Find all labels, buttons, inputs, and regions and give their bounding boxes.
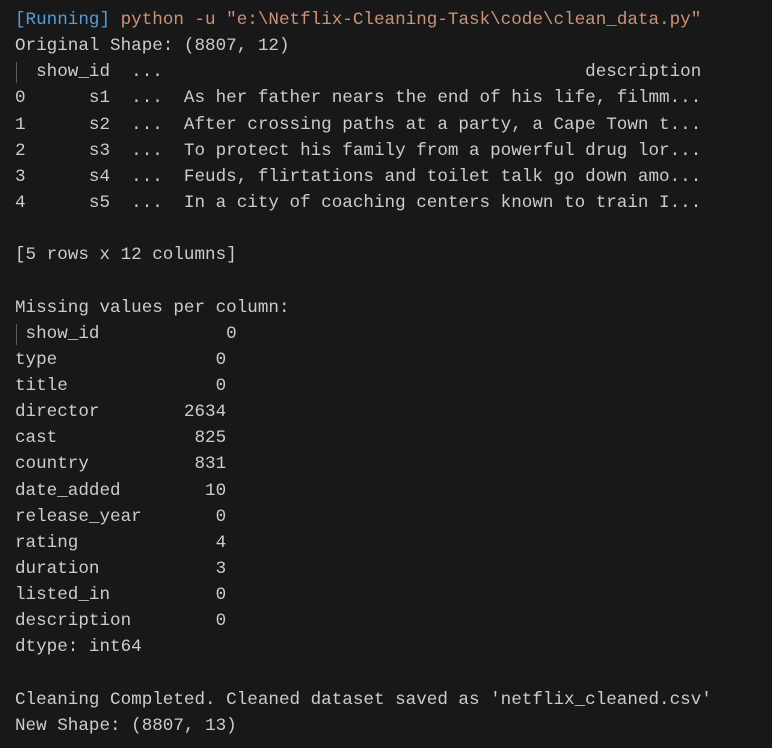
preview-row: 4 s5 ... In a city of coaching centers k…: [15, 192, 702, 213]
missing-row: country 831: [15, 454, 227, 475]
missing-row: type 0: [15, 349, 227, 370]
preview-header: show_id ... description: [15, 62, 702, 84]
running-tag: [Running]: [15, 10, 111, 30]
preview-row: 3 s4 ... Feuds, flirtations and toilet t…: [15, 166, 702, 187]
missing-row: listed_in 0: [15, 585, 227, 606]
preview-summary: [5 rows x 12 columns]: [15, 245, 237, 266]
indent-guide: [16, 62, 17, 84]
indent-guide: [16, 323, 17, 345]
missing-row: description 0: [15, 611, 227, 632]
dtype-line: dtype: int64: [15, 637, 142, 658]
preview-row: 0 s1 ... As her father nears the end of …: [15, 88, 702, 109]
new-shape: New Shape: (8807, 13): [15, 715, 237, 736]
preview-row: 2 s3 ... To protect his family from a po…: [15, 140, 702, 161]
missing-row: duration 3: [15, 558, 227, 579]
output-panel: [Running] python -u "e:\Netflix-Cleaning…: [0, 0, 772, 739]
missing-row: date_added 10: [15, 480, 227, 501]
missing-row: title 0: [15, 375, 227, 396]
completed-message: Cleaning Completed. Cleaned dataset save…: [15, 689, 712, 710]
missing-row: rating 4: [15, 532, 227, 553]
missing-header: Missing values per column:: [15, 297, 290, 318]
original-shape: Original Shape: (8807, 12): [15, 36, 290, 57]
command-text: python -u "e:\Netflix-Cleaning-Task\code…: [120, 10, 702, 30]
preview-row: 1 s2 ... After crossing paths at a party…: [15, 114, 702, 135]
missing-row: release_year 0: [15, 506, 227, 527]
missing-row: director 2634: [15, 402, 227, 423]
missing-row: cast 825: [15, 428, 227, 449]
missing-row: show_id 0: [15, 323, 237, 345]
run-command-line: [Running] python -u "e:\Netflix-Cleaning…: [15, 7, 772, 33]
